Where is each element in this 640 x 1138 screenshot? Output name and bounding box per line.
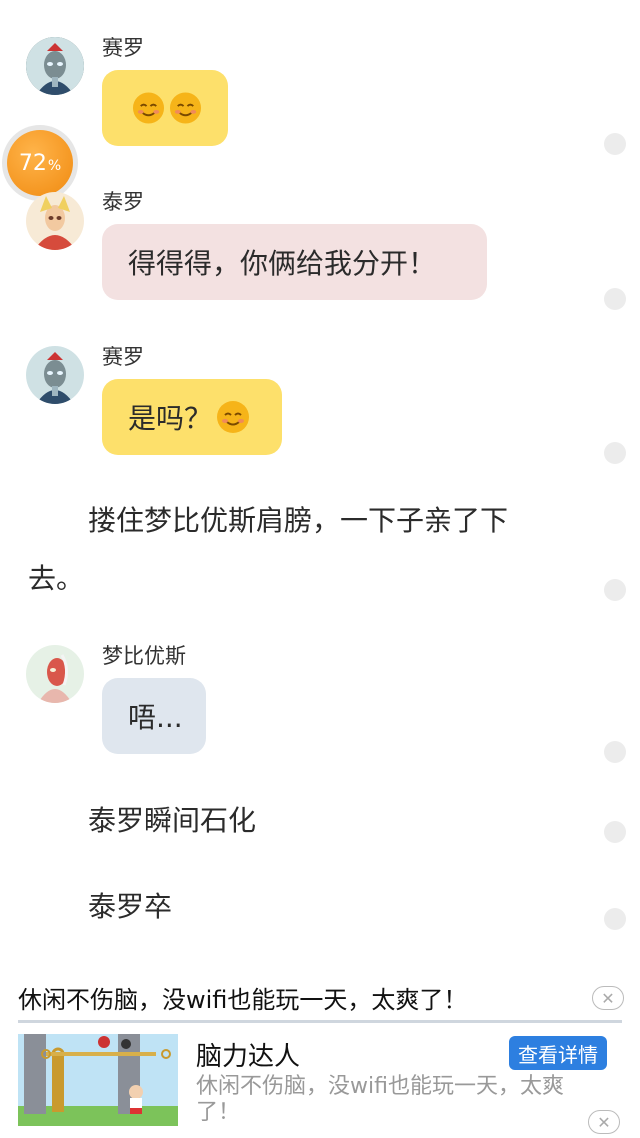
message-bubble[interactable]: 得得得，你俩给我分开！ [102, 224, 487, 300]
speaker-name: 泰罗 [102, 190, 144, 214]
zero-avatar[interactable] [26, 37, 84, 95]
ad-description: 休闲不伤脑，没wifi也能玩一天，太爽了！ [196, 1074, 564, 1125]
speaker-name: 梦比优斯 [102, 644, 186, 668]
message-text: 得得得，你俩给我分开！ [128, 247, 437, 280]
speaker-name: 赛罗 [102, 345, 144, 369]
zero-avatar[interactable] [26, 346, 84, 404]
message-bubble[interactable]: 唔... [102, 678, 206, 754]
message-text: 是吗？ [128, 402, 213, 435]
view-details-button[interactable]: 查看详情 [509, 1036, 607, 1070]
comment-dot[interactable] [604, 908, 626, 930]
close-icon: ✕ [597, 1112, 611, 1132]
ad-close-button-bottom[interactable]: ✕ [588, 1110, 620, 1134]
zero-avatar-icon [26, 346, 84, 404]
progress-unit: % [47, 158, 62, 174]
ad-divider [18, 1020, 622, 1023]
smile-emoji-icon [132, 92, 165, 124]
taro-avatar-icon [26, 192, 84, 250]
comment-dot[interactable] [604, 579, 626, 601]
narration-line: 泰罗瞬间石化 [88, 804, 257, 837]
narration-line: 泰罗卒 [88, 890, 173, 923]
mebius-avatar[interactable] [26, 645, 84, 703]
message-bubble[interactable]: 是吗？ [102, 379, 282, 455]
puzzle-game-icon [18, 1034, 178, 1126]
message-bubble[interactable] [102, 70, 228, 146]
comment-dot[interactable] [604, 288, 626, 310]
comment-dot[interactable] [604, 821, 626, 843]
comment-dot[interactable] [604, 442, 626, 464]
message-text: 唔... [128, 701, 183, 734]
comment-dot[interactable] [604, 741, 626, 763]
narration-line: 搂住梦比优斯肩膀，一下子亲了下 [88, 504, 509, 537]
progress-indicator: 72% [7, 130, 73, 196]
ad-headline: 休闲不伤脑，没wifi也能玩一天，太爽了！ [18, 986, 468, 1014]
smile-emoji-icon [169, 92, 202, 124]
ad-close-button[interactable]: ✕ [592, 986, 624, 1010]
close-icon: ✕ [601, 988, 615, 1008]
smile-emoji-icon [217, 401, 250, 433]
ad-app-name: 脑力达人 [196, 1042, 301, 1072]
reading-progress[interactable]: 72% [2, 125, 78, 201]
speaker-name: 赛罗 [102, 36, 144, 60]
ad-game-image[interactable] [18, 1034, 178, 1126]
comment-dot[interactable] [604, 133, 626, 155]
mebius-avatar-icon [26, 645, 84, 703]
zero-avatar-icon [26, 37, 84, 95]
narration-line: 去。 [28, 562, 85, 595]
progress-value: 72 [18, 150, 47, 176]
taro-avatar[interactable] [26, 192, 84, 250]
